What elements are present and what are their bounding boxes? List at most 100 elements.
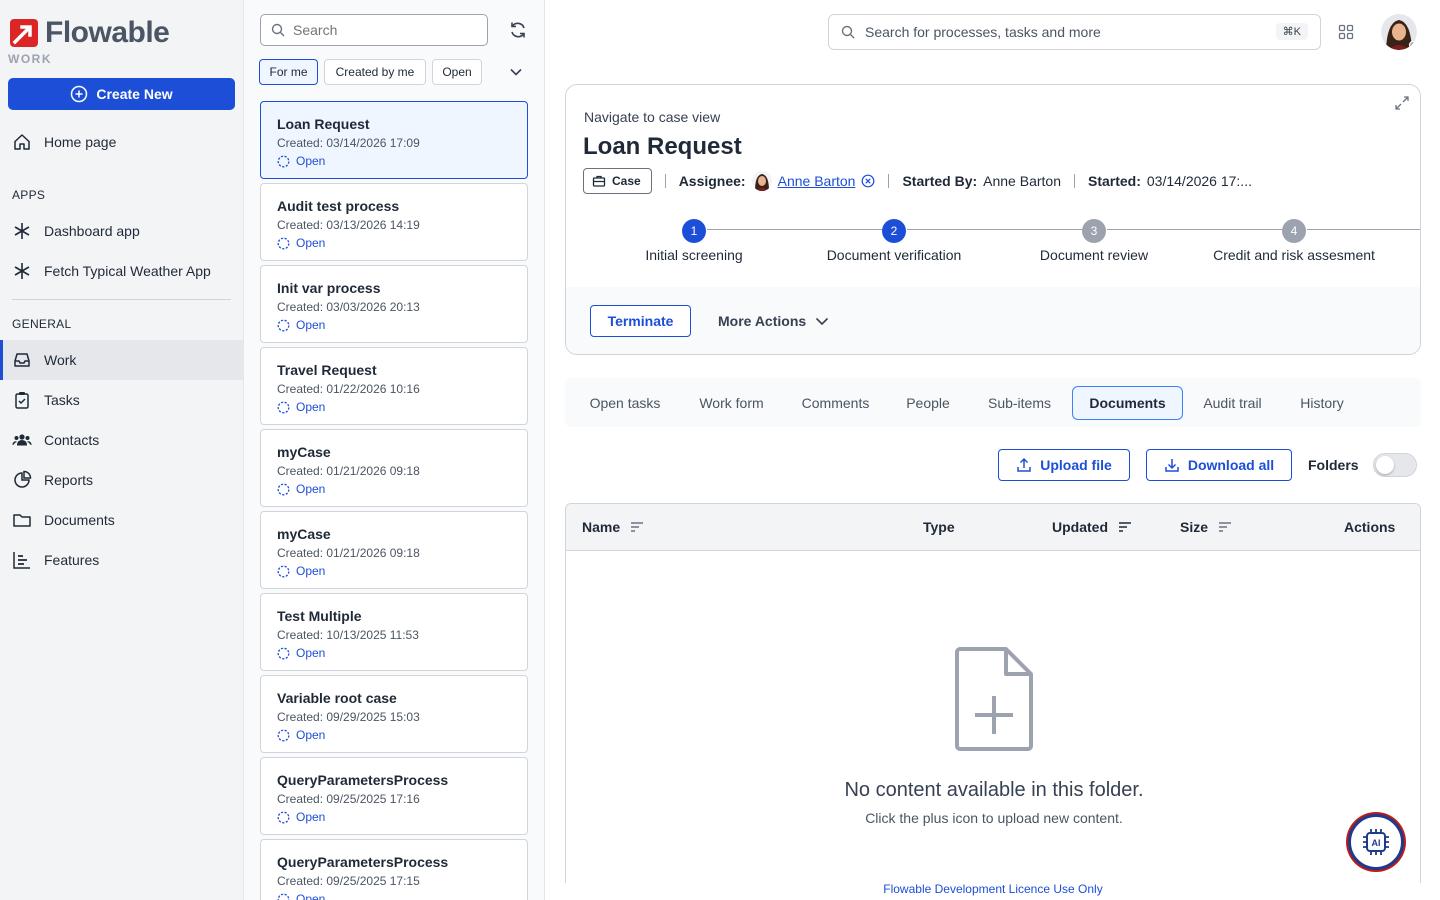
- list-item[interactable]: QueryParametersProcess Created: 09/25/20…: [260, 839, 528, 900]
- asterisk-icon: [14, 223, 30, 239]
- more-actions-button[interactable]: More Actions: [718, 313, 830, 329]
- list-item-title: Loan Request: [277, 116, 370, 132]
- list-item[interactable]: Init var process Created: 03/03/2026 20:…: [260, 265, 528, 343]
- remove-assignee-icon[interactable]: [861, 174, 875, 188]
- assignee-avatar: [751, 171, 772, 191]
- chevron-down-icon[interactable]: [508, 64, 524, 80]
- filter-created-by-me[interactable]: Created by me: [324, 59, 426, 85]
- sidebar-item-features[interactable]: Features: [0, 540, 243, 580]
- folders-label: Folders: [1308, 457, 1359, 473]
- sort-icon: [1219, 522, 1232, 532]
- tab-people[interactable]: People: [895, 386, 961, 420]
- upload-file-button[interactable]: Upload file: [998, 449, 1130, 481]
- folders-toggle[interactable]: [1373, 453, 1417, 477]
- started-by-label: Started By:: [902, 173, 978, 189]
- global-search[interactable]: Search for processes, tasks and more ⌘K: [828, 14, 1321, 50]
- sidebar-item-label: Home page: [44, 134, 117, 150]
- flowable-logo[interactable]: Flowable: [9, 18, 170, 48]
- column-type: Type: [923, 519, 955, 535]
- tab-audit-trail[interactable]: Audit trail: [1192, 386, 1273, 420]
- tab-history[interactable]: History: [1288, 386, 1356, 420]
- status-badge: Open: [277, 482, 511, 496]
- list-item-title: myCase: [277, 526, 331, 542]
- list-item[interactable]: QueryParametersProcess Created: 09/25/20…: [260, 757, 528, 835]
- list-item-created: Created: 10/13/2025 11:53: [277, 628, 419, 642]
- licence-footer: Flowable Development Licence Use Only: [883, 882, 1103, 896]
- sidebar-item-tasks[interactable]: Tasks: [0, 380, 243, 420]
- documents-table-header: Name Type Updated Size Actions: [566, 504, 1420, 551]
- status-badge: Open: [277, 564, 511, 578]
- step-1-marker: 1: [682, 219, 706, 243]
- column-updated[interactable]: Updated: [1052, 519, 1132, 535]
- ai-assistant-button[interactable]: AI: [1348, 814, 1404, 870]
- tab-sub-items[interactable]: Sub-items: [975, 386, 1064, 420]
- open-status-icon: [277, 401, 290, 413]
- users-icon: [12, 434, 32, 446]
- expand-icon[interactable]: [1394, 95, 1410, 111]
- search-icon: [271, 23, 285, 37]
- step-4-marker: 4: [1282, 219, 1306, 243]
- list-item[interactable]: Variable root case Created: 09/29/2025 1…: [260, 675, 528, 753]
- assignee-link[interactable]: Anne Barton: [778, 173, 856, 189]
- list-search[interactable]: [260, 14, 488, 46]
- step-3-marker: 3: [1082, 219, 1106, 243]
- tab-documents[interactable]: Documents: [1072, 386, 1183, 420]
- list-item-created: Created: 01/22/2026 10:16: [277, 382, 420, 396]
- svg-text:AI: AI: [1372, 838, 1381, 848]
- tab-work-form[interactable]: Work form: [687, 386, 776, 420]
- list-search-input[interactable]: [293, 22, 473, 38]
- sidebar-item-work[interactable]: Work: [0, 340, 243, 380]
- sort-desc-icon: [1119, 522, 1131, 532]
- empty-state-title: No content available in this folder.: [844, 779, 1144, 801]
- column-size[interactable]: Size: [1180, 519, 1232, 535]
- sidebar-item-home[interactable]: Home page: [0, 122, 243, 162]
- open-status-icon: [277, 811, 290, 823]
- list-item[interactable]: Loan Request Created: 03/14/2026 17:09 O…: [260, 101, 528, 179]
- sidebar-item-label: Work: [44, 352, 77, 368]
- sidebar-item-label: Documents: [44, 512, 115, 528]
- tab-comments[interactable]: Comments: [790, 386, 881, 420]
- list-item-title: myCase: [277, 444, 331, 460]
- inbox-icon: [14, 353, 30, 367]
- open-status-icon: [277, 155, 290, 167]
- sidebar-item-weather-app[interactable]: Fetch Typical Weather App: [0, 251, 243, 291]
- tab-open-tasks[interactable]: Open tasks: [577, 386, 673, 420]
- list-item-created: Created: 01/21/2026 09:18: [277, 464, 420, 478]
- filter-open[interactable]: Open: [432, 59, 482, 85]
- step-4-label: Credit and risk assesment: [1213, 247, 1375, 263]
- list-item[interactable]: Test Multiple Created: 10/13/2025 11:53 …: [260, 593, 528, 671]
- status-badge: Open: [277, 318, 511, 332]
- sidebar-item-dashboard-app[interactable]: Dashboard app: [0, 211, 243, 251]
- list-item-title: QueryParametersProcess: [277, 854, 449, 870]
- meta-separator: [888, 174, 890, 188]
- create-new-label: Create New: [96, 86, 173, 102]
- sidebar-item-documents[interactable]: Documents: [0, 500, 243, 540]
- step-connector: [1307, 229, 1420, 230]
- download-all-button[interactable]: Download all: [1146, 449, 1292, 481]
- terminate-button[interactable]: Terminate: [590, 305, 691, 337]
- list-item[interactable]: myCase Created: 01/21/2026 09:18 Open: [260, 429, 528, 507]
- open-status-icon: [277, 237, 290, 249]
- list-item[interactable]: Travel Request Created: 01/22/2026 10:16…: [260, 347, 528, 425]
- list-item[interactable]: Audit test process Created: 03/13/2026 1…: [260, 183, 528, 261]
- step-2-marker: 2: [882, 219, 906, 243]
- add-file-icon[interactable]: [954, 646, 1034, 752]
- refresh-icon[interactable]: [508, 20, 528, 40]
- sidebar-item-reports[interactable]: Reports: [0, 460, 243, 500]
- bar-chart-icon: [13, 552, 30, 569]
- sidebar-item-contacts[interactable]: Contacts: [0, 420, 243, 460]
- list-item[interactable]: myCase Created: 01/21/2026 09:18 Open: [260, 511, 528, 589]
- download-icon: [1165, 459, 1179, 472]
- step-connector: [907, 229, 1082, 230]
- column-name[interactable]: Name: [582, 519, 644, 535]
- apps-grid-icon[interactable]: [1338, 24, 1354, 40]
- list-item-title: Audit test process: [277, 198, 400, 214]
- list-item-created: Created: 03/13/2026 14:19: [277, 218, 420, 232]
- create-new-button[interactable]: Create New: [8, 78, 235, 110]
- user-avatar[interactable]: [1381, 14, 1417, 50]
- navigate-to-case-link[interactable]: Navigate to case view: [584, 109, 720, 125]
- general-heading: GENERAL: [12, 317, 72, 331]
- started-label: Started:: [1087, 173, 1141, 189]
- filter-for-me[interactable]: For me: [259, 59, 318, 85]
- upload-icon: [1017, 457, 1031, 472]
